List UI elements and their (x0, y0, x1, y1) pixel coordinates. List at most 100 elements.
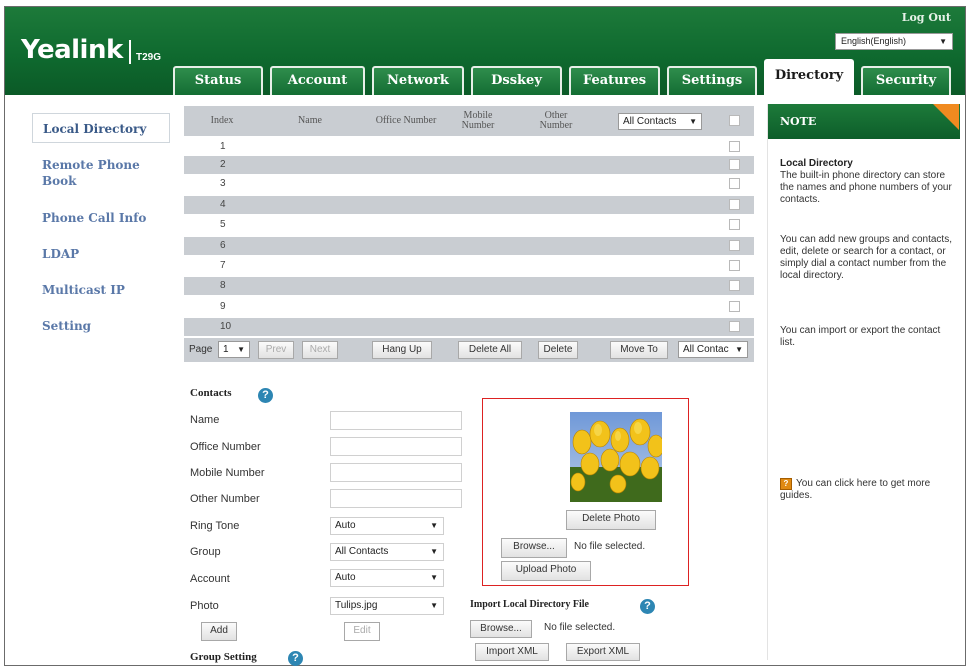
export-xml-button[interactable]: Export XML (566, 643, 640, 661)
account-select[interactable]: Auto ▼ (330, 569, 444, 587)
column-name: Name (298, 115, 322, 126)
row-index: 6 (220, 240, 226, 251)
row-checkbox[interactable] (729, 219, 740, 230)
note-header: NOTE (768, 104, 960, 139)
column-index: Index (210, 115, 234, 126)
import-section-title: Import Local Directory File (470, 599, 589, 610)
group-filter-value: All Contacts (623, 116, 677, 127)
logo-divider (129, 40, 131, 64)
contact-photo-tulips (570, 412, 662, 502)
edit-button[interactable]: Edit (344, 622, 380, 641)
table-row[interactable]: 9 (184, 298, 754, 316)
ring-tone-select[interactable]: Auto ▼ (330, 517, 444, 535)
mobile-number-input[interactable] (330, 463, 462, 482)
ring-tone-value: Auto (335, 520, 356, 531)
sidebar-item-remote-phone-book[interactable]: Remote Phone Book (42, 157, 152, 189)
tab-status[interactable]: Status (173, 66, 263, 95)
photo-browse-button[interactable]: Browse... (501, 538, 567, 558)
table-row[interactable]: 2 (184, 156, 754, 174)
next-button[interactable]: Next (302, 341, 338, 359)
move-to-button[interactable]: Move To (610, 341, 668, 359)
row-checkbox[interactable] (729, 199, 740, 210)
row-checkbox[interactable] (729, 159, 740, 170)
row-index: 5 (220, 219, 226, 230)
add-button[interactable]: Add (201, 622, 237, 641)
group-value: All Contacts (335, 546, 389, 557)
table-row[interactable]: 7 (184, 257, 754, 275)
group-label: Group (190, 546, 221, 558)
tab-features[interactable]: Features (569, 66, 660, 95)
row-checkbox[interactable] (729, 240, 740, 251)
row-checkbox[interactable] (729, 141, 740, 152)
tab-settings[interactable]: Settings (667, 66, 757, 95)
note-paragraph-4[interactable]: You can click here to get more guides. (780, 478, 952, 502)
account-label: Account (190, 573, 230, 585)
row-index: 8 (220, 280, 226, 291)
sidebar-item-setting[interactable]: Setting (42, 318, 162, 334)
model-label: T29G (136, 52, 162, 63)
note-paragraph-1: The built-in phone directory can store t… (780, 170, 952, 205)
language-select[interactable]: English(English) ▼ (835, 33, 953, 50)
table-row[interactable]: 1 (184, 138, 754, 156)
office-number-label: Office Number (190, 441, 261, 453)
other-number-input[interactable] (330, 489, 462, 508)
table-row[interactable]: 8 (184, 277, 754, 295)
name-input[interactable] (330, 411, 462, 430)
row-checkbox[interactable] (729, 301, 740, 312)
row-checkbox[interactable] (729, 321, 740, 332)
help-icon[interactable]: ? (258, 388, 273, 403)
tab-network[interactable]: Network (372, 66, 464, 95)
table-row[interactable]: 5 (184, 216, 754, 234)
table-row[interactable]: 10 (184, 318, 754, 336)
other-number-label: Other Number (190, 493, 260, 505)
page-value: 1 (223, 344, 229, 355)
language-value: English(English) (841, 36, 907, 46)
chevron-down-icon: ▼ (430, 573, 438, 582)
chevron-down-icon: ▼ (430, 547, 438, 556)
row-index: 3 (220, 178, 226, 189)
table-row[interactable]: 3 (184, 175, 754, 193)
row-checkbox[interactable] (729, 178, 740, 189)
delete-button[interactable]: Delete (538, 341, 578, 359)
photo-select[interactable]: Tulips.jpg ▼ (330, 597, 444, 615)
group-filter-select[interactable]: All Contacts ▼ (618, 113, 702, 130)
move-target-select[interactable]: All Contac ▼ (678, 341, 748, 358)
logout-link[interactable]: Log Out (902, 11, 951, 24)
import-browse-button[interactable]: Browse... (470, 620, 532, 638)
name-label: Name (190, 414, 220, 426)
table-row[interactable]: 4 (184, 196, 754, 214)
header-bar: Yealink T29G Log Out English(English) ▼ … (5, 7, 965, 96)
table-row[interactable]: 6 (184, 237, 754, 255)
photo-value: Tulips.jpg (335, 600, 378, 611)
yealink-logo: Yealink (21, 35, 123, 65)
tab-dsskey[interactable]: Dsskey (471, 66, 562, 95)
page-select[interactable]: 1 ▼ (218, 341, 250, 358)
delete-all-button[interactable]: Delete All (458, 341, 522, 359)
sidebar-item-ldap[interactable]: LDAP (42, 246, 162, 262)
select-all-checkbox[interactable] (729, 115, 740, 126)
upload-photo-button[interactable]: Upload Photo (501, 561, 591, 581)
row-checkbox[interactable] (729, 280, 740, 291)
contacts-section-title: Contacts (190, 387, 232, 399)
group-select[interactable]: All Contacts ▼ (330, 543, 444, 561)
note-paragraph-2: You can add new groups and contacts, edi… (780, 234, 952, 281)
note-paragraph-3: You can import or export the contact lis… (780, 325, 941, 348)
sidebar-item-phone-call-info[interactable]: Phone Call Info (42, 210, 162, 226)
chevron-down-icon: ▼ (939, 37, 947, 46)
help-icon[interactable]: ? (640, 599, 655, 614)
import-xml-button[interactable]: Import XML (475, 643, 549, 661)
tab-security[interactable]: Security (861, 66, 951, 95)
prev-button[interactable]: Prev (258, 341, 294, 359)
sidebar-item-local-directory[interactable]: Local Directory (32, 113, 170, 143)
sidebar-item-multicast-ip[interactable]: Multicast IP (42, 282, 162, 298)
row-index: 2 (220, 159, 226, 170)
row-checkbox[interactable] (729, 260, 740, 271)
office-number-input[interactable] (330, 437, 462, 456)
hang-up-button[interactable]: Hang Up (372, 341, 432, 359)
help-icon[interactable]: ? (288, 651, 303, 666)
delete-photo-button[interactable]: Delete Photo (566, 510, 656, 530)
tab-account[interactable]: Account (270, 66, 365, 95)
chevron-down-icon: ▼ (430, 521, 438, 530)
row-index: 7 (220, 260, 226, 271)
tab-directory[interactable]: Directory (764, 59, 854, 96)
